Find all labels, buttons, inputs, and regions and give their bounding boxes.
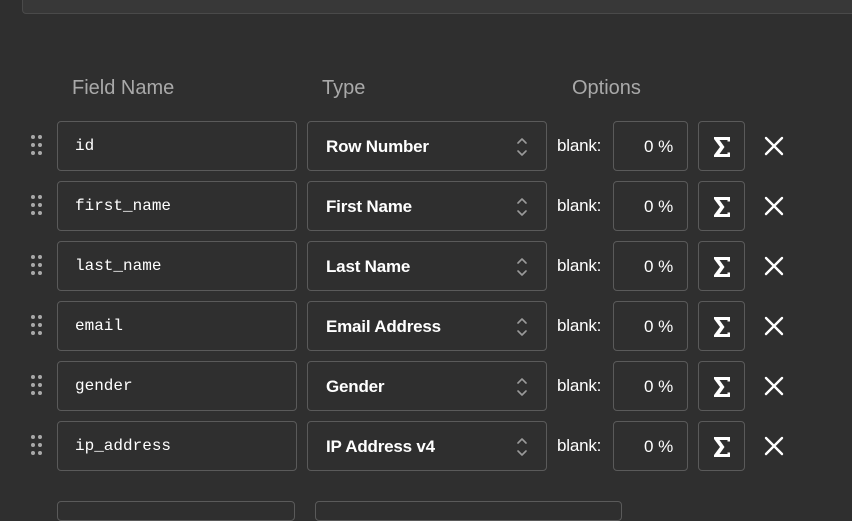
- sigma-icon: [714, 137, 730, 157]
- type-select[interactable]: IP Address v4: [307, 421, 547, 471]
- formula-button[interactable]: [698, 421, 745, 471]
- blank-percent-input[interactable]: 0 %: [613, 421, 688, 471]
- field-name-input[interactable]: [57, 181, 297, 231]
- close-icon[interactable]: [762, 434, 786, 458]
- field-name-input[interactable]: [57, 301, 297, 351]
- field-row: Row Number blank: 0 %: [0, 121, 852, 171]
- blank-percent-value: 0 %: [644, 197, 674, 216]
- sigma-icon: [714, 197, 730, 217]
- field-name-input[interactable]: [57, 361, 297, 411]
- chevron-updown-icon: [517, 138, 527, 156]
- blank-percent-value: 0 %: [644, 377, 674, 396]
- drag-handle-icon[interactable]: [31, 255, 43, 277]
- formula-button[interactable]: [698, 361, 745, 411]
- drag-handle-icon[interactable]: [31, 375, 43, 397]
- blank-label: blank:: [557, 316, 602, 335]
- type-header: Type: [322, 77, 366, 99]
- blank-percent-input[interactable]: 0 %: [613, 361, 688, 411]
- blank-label: blank:: [557, 376, 602, 395]
- drag-handle-icon[interactable]: [31, 195, 43, 217]
- column-headers: Field Name Type Options: [0, 77, 852, 103]
- chevron-updown-icon: [517, 438, 527, 456]
- blank-label: blank:: [557, 196, 602, 215]
- field-row: IP Address v4 blank: 0 %: [0, 421, 852, 471]
- type-select-value: IP Address v4: [326, 437, 435, 456]
- blank-percent-input[interactable]: 0 %: [613, 121, 688, 171]
- close-icon[interactable]: [762, 254, 786, 278]
- blank-percent-value: 0 %: [644, 137, 674, 156]
- drag-handle-icon[interactable]: [31, 135, 43, 157]
- field-name-header: Field Name: [72, 77, 175, 99]
- sigma-icon: [714, 377, 730, 397]
- blank-percent-input[interactable]: 0 %: [613, 301, 688, 351]
- bottom-input-left[interactable]: [57, 501, 295, 521]
- type-select-value: First Name: [326, 197, 412, 216]
- drag-handle-icon[interactable]: [31, 315, 43, 337]
- formula-button[interactable]: [698, 181, 745, 231]
- field-name-input[interactable]: [57, 421, 297, 471]
- chevron-updown-icon: [517, 318, 527, 336]
- blank-label: blank:: [557, 436, 602, 455]
- chevron-updown-icon: [517, 378, 527, 396]
- field-row: Gender blank: 0 %: [0, 361, 852, 411]
- formula-button[interactable]: [698, 241, 745, 291]
- top-panel: [22, 0, 852, 14]
- field-name-input[interactable]: [57, 121, 297, 171]
- blank-percent-value: 0 %: [644, 317, 674, 336]
- blank-percent-input[interactable]: 0 %: [613, 181, 688, 231]
- blank-label: blank:: [557, 256, 602, 275]
- sigma-icon: [714, 257, 730, 277]
- type-select[interactable]: Row Number: [307, 121, 547, 171]
- close-icon[interactable]: [762, 374, 786, 398]
- blank-percent-value: 0 %: [644, 257, 674, 276]
- blank-percent-value: 0 %: [644, 437, 674, 456]
- formula-button[interactable]: [698, 121, 745, 171]
- close-icon[interactable]: [762, 134, 786, 158]
- sigma-icon: [714, 317, 730, 337]
- type-select-value: Email Address: [326, 317, 441, 336]
- type-select[interactable]: Last Name: [307, 241, 547, 291]
- sigma-icon: [714, 437, 730, 457]
- type-select[interactable]: Email Address: [307, 301, 547, 351]
- bottom-input-right[interactable]: [315, 501, 622, 521]
- chevron-updown-icon: [517, 258, 527, 276]
- chevron-updown-icon: [517, 198, 527, 216]
- type-select[interactable]: Gender: [307, 361, 547, 411]
- type-select-value: Row Number: [326, 137, 429, 156]
- field-row: Email Address blank: 0 %: [0, 301, 852, 351]
- drag-handle-icon[interactable]: [31, 435, 43, 457]
- type-select[interactable]: First Name: [307, 181, 547, 231]
- type-select-value: Gender: [326, 377, 385, 396]
- blank-percent-input[interactable]: 0 %: [613, 241, 688, 291]
- type-select-value: Last Name: [326, 257, 411, 276]
- close-icon[interactable]: [762, 314, 786, 338]
- close-icon[interactable]: [762, 194, 786, 218]
- formula-button[interactable]: [698, 301, 745, 351]
- field-name-input[interactable]: [57, 241, 297, 291]
- options-header: Options: [572, 77, 641, 99]
- field-row: First Name blank: 0 %: [0, 181, 852, 231]
- field-row: Last Name blank: 0 %: [0, 241, 852, 291]
- blank-label: blank:: [557, 136, 602, 155]
